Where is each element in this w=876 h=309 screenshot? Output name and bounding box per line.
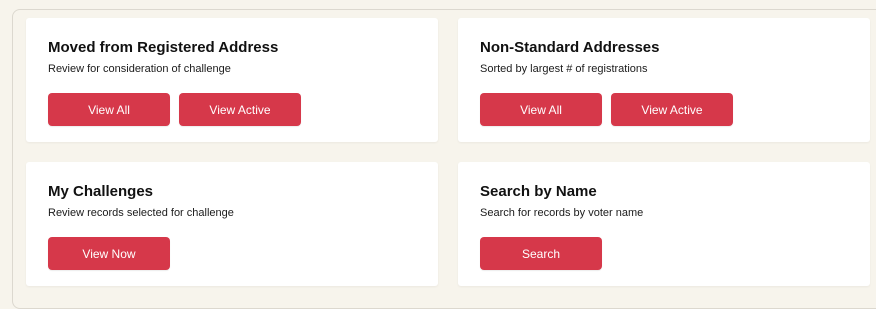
card-title: My Challenges	[48, 183, 154, 200]
card-description: Search for records by voter name	[480, 207, 644, 219]
card-non-standard-addresses: Non-Standard Addresses Sorted by largest…	[458, 18, 870, 142]
card-description: Sorted by largest # of registrations	[480, 63, 648, 75]
card-title: Moved from Registered Address	[48, 39, 279, 56]
card-my-challenges: My Challenges Review records selected fo…	[26, 162, 438, 286]
card-title: Search by Name	[480, 183, 597, 200]
view-now-button[interactable]: View Now	[48, 237, 170, 270]
card-search-by-name: Search by Name Search for records by vot…	[458, 162, 870, 286]
search-button[interactable]: Search	[480, 237, 602, 270]
view-all-button[interactable]: View All	[48, 93, 170, 126]
card-title: Non-Standard Addresses	[480, 39, 660, 56]
card-description: Review for consideration of challenge	[48, 63, 231, 75]
card-moved-from-registered-address: Moved from Registered Address Review for…	[26, 18, 438, 142]
view-active-button[interactable]: View Active	[611, 93, 733, 126]
view-active-button[interactable]: View Active	[179, 93, 301, 126]
view-all-button[interactable]: View All	[480, 93, 602, 126]
card-description: Review records selected for challenge	[48, 207, 234, 219]
